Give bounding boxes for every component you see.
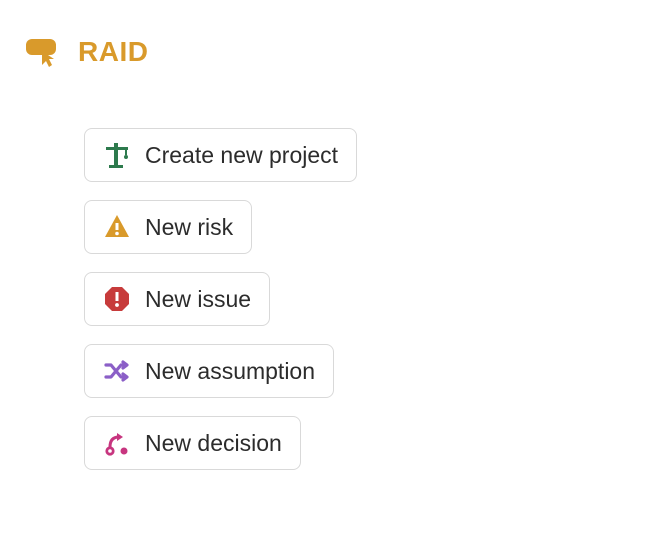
create-project-button[interactable]: Create new project [84,128,357,182]
crane-icon [103,141,131,169]
path-icon [103,429,131,457]
action-button-list: Create new project New risk New issue [24,128,630,470]
button-label: New decision [145,432,282,455]
page-header: RAID [24,36,630,68]
new-decision-button[interactable]: New decision [84,416,301,470]
new-risk-button[interactable]: New risk [84,200,252,254]
button-label: New issue [145,288,251,311]
page-title: RAID [78,36,148,68]
button-label: Create new project [145,144,338,167]
button-label: New risk [145,216,233,239]
button-label: New assumption [145,360,315,383]
new-issue-button[interactable]: New issue [84,272,270,326]
cursor-button-icon [24,37,60,67]
shuffle-icon [103,357,131,385]
new-assumption-button[interactable]: New assumption [84,344,334,398]
stop-octagon-icon [103,285,131,313]
warning-triangle-icon [103,213,131,241]
